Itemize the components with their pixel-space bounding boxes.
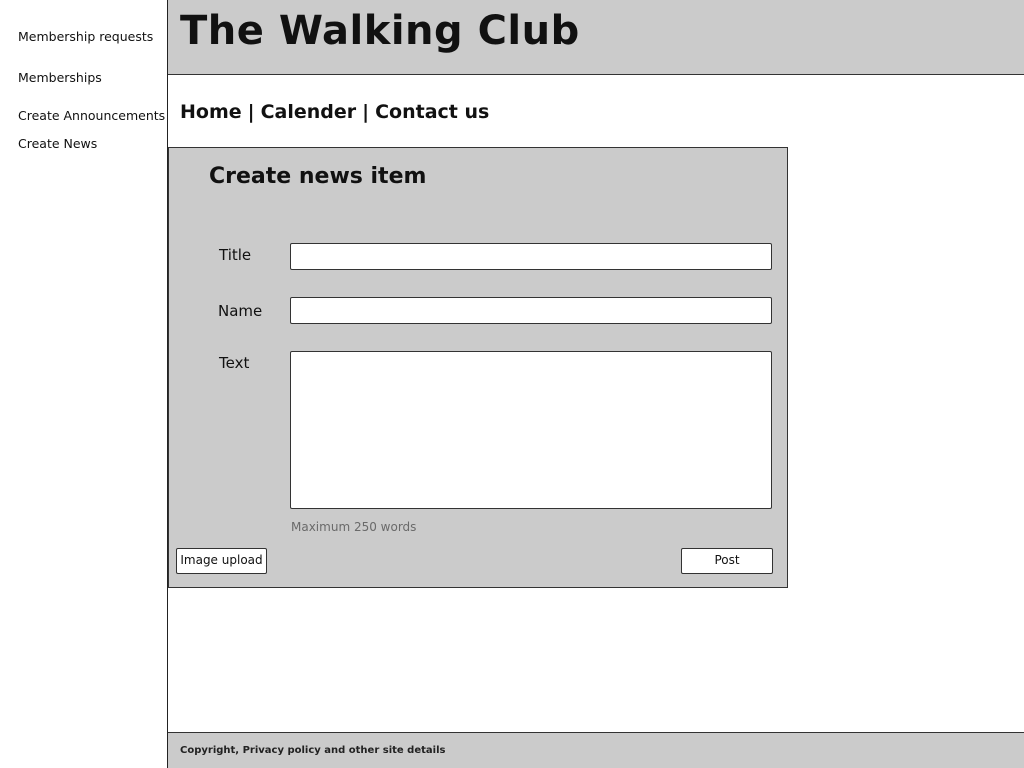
site-title: The Walking Club — [180, 8, 580, 54]
sidebar: Membership requests Memberships Create A… — [0, 0, 168, 768]
nav-link-contact-us[interactable]: Contact us — [375, 101, 489, 123]
nav-separator: | — [247, 101, 255, 123]
site-header: The Walking Club — [168, 0, 1024, 75]
title-label: Title — [219, 246, 252, 264]
top-nav: Home | Calender | Contact us — [180, 101, 489, 123]
image-upload-button[interactable]: Image upload — [176, 548, 267, 574]
nav-separator: | — [362, 101, 370, 123]
text-area[interactable] — [290, 351, 772, 509]
name-label: Name — [218, 302, 263, 320]
sidebar-item-memberships[interactable]: Memberships — [18, 70, 102, 85]
post-button[interactable]: Post — [681, 548, 773, 574]
name-input[interactable] — [290, 297, 772, 324]
sidebar-item-membership-requests[interactable]: Membership requests — [18, 29, 153, 44]
nav-link-home[interactable]: Home — [180, 101, 242, 123]
word-limit-hint: Maximum 250 words — [291, 520, 417, 534]
footer-text: Copyright, Privacy policy and other site… — [180, 745, 446, 756]
sidebar-item-create-news[interactable]: Create News — [18, 136, 97, 151]
app-window: Membership requests Memberships Create A… — [0, 0, 1024, 768]
title-input[interactable] — [290, 243, 772, 270]
create-news-panel: Create news item Title Name Text Maximum… — [168, 147, 788, 588]
site-footer: Copyright, Privacy policy and other site… — [168, 732, 1024, 768]
sidebar-item-create-announcements[interactable]: Create Announcements — [18, 108, 165, 123]
panel-heading: Create news item — [209, 164, 427, 189]
text-label: Text — [219, 354, 250, 372]
nav-link-calender[interactable]: Calender — [261, 101, 357, 123]
